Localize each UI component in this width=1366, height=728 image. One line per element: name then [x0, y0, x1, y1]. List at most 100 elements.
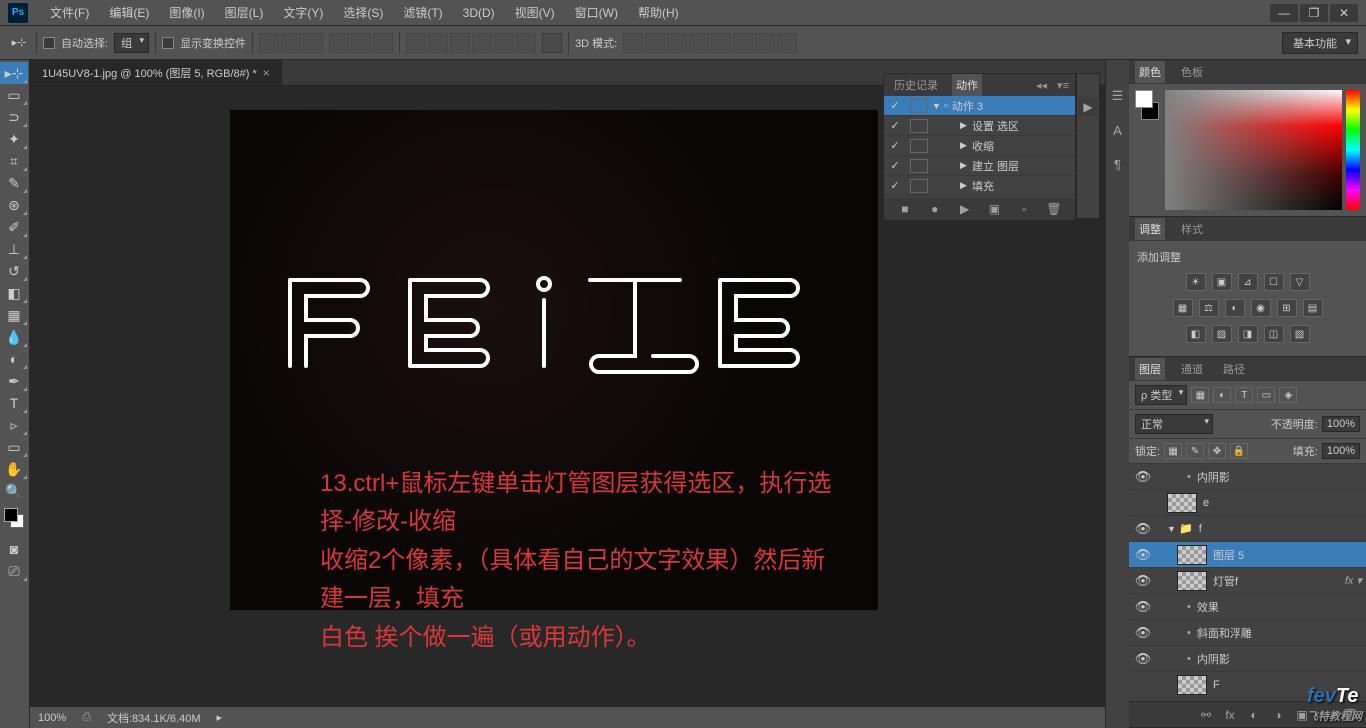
align-right-icon[interactable]	[373, 33, 393, 53]
new-adj-icon[interactable]: ◑	[1270, 707, 1286, 723]
swatches-tab[interactable]: 色板	[1177, 61, 1207, 83]
layers-tab[interactable]: 图层	[1135, 358, 1165, 380]
3d-7-icon[interactable]	[755, 33, 775, 53]
adj-selcolor-icon[interactable]: ▧	[1290, 325, 1310, 343]
menu-select[interactable]: 选择(S)	[333, 4, 393, 21]
menu-edit[interactable]: 编辑(E)	[99, 4, 159, 21]
mask-icon[interactable]: ◐	[1246, 707, 1262, 723]
gradient-tool[interactable]: ▦	[0, 304, 28, 326]
workspace-select[interactable]: 基本功能	[1282, 32, 1358, 54]
document-info[interactable]: 文档:834.1K/6.40M	[107, 710, 201, 726]
action-row[interactable]: ✓▶收缩	[884, 136, 1075, 156]
adj-vibrance-icon[interactable]: ▽	[1290, 273, 1310, 291]
adj-photo-icon[interactable]: ◉	[1251, 299, 1271, 317]
channels-tab[interactable]: 通道	[1177, 358, 1207, 380]
adj-invert-icon[interactable]: ◧	[1186, 325, 1206, 343]
filter-pixel-icon[interactable]: ▦	[1191, 387, 1209, 403]
character-dock-icon[interactable]: A	[1110, 122, 1126, 138]
layer-row[interactable]: e	[1129, 490, 1366, 516]
align-hcenter-icon[interactable]	[351, 33, 371, 53]
adj-gradmap-icon[interactable]: ◫	[1264, 325, 1284, 343]
zoom-level[interactable]: 100%	[38, 712, 66, 724]
maximize-button[interactable]: ❐	[1300, 4, 1328, 22]
adj-levels-icon[interactable]: ▣	[1212, 273, 1232, 291]
layer-row[interactable]: 👁•内阴影	[1129, 464, 1366, 490]
action-row[interactable]: ✓▶填充	[884, 176, 1075, 196]
record-icon[interactable]: ●	[927, 201, 943, 217]
menu-file[interactable]: 文件(F)	[40, 4, 99, 21]
foreground-swatch[interactable]	[4, 508, 18, 522]
adj-hue-icon[interactable]: ▦	[1173, 299, 1193, 317]
3d-3-icon[interactable]	[667, 33, 687, 53]
collapse-icon[interactable]: ◂◂	[1036, 79, 1047, 92]
shape-tool[interactable]: ▭	[0, 436, 28, 458]
align-vcenter-icon[interactable]	[281, 33, 301, 53]
layer-list[interactable]: 👁•内阴影e👁▼📁f👁图层 5👁灯管ffx ▾👁•效果👁•斜面和浮雕👁•内阴影F	[1129, 464, 1366, 701]
paragraph-dock-icon[interactable]: ¶	[1110, 156, 1126, 172]
dist-3-icon[interactable]	[450, 33, 470, 53]
lock-pos-icon[interactable]: ✥	[1208, 443, 1226, 459]
play-icon[interactable]: ▶	[957, 201, 973, 217]
heal-tool[interactable]: ⊛	[0, 194, 28, 216]
eyedropper-tool[interactable]: ✎	[0, 172, 28, 194]
type-tool[interactable]: T	[0, 392, 28, 414]
layer-row[interactable]: 👁•效果	[1129, 594, 1366, 620]
layer-kind-select[interactable]: ρ 类型	[1135, 385, 1187, 405]
3d-8-icon[interactable]	[777, 33, 797, 53]
layer-row[interactable]: 👁灯管ffx ▾	[1129, 568, 1366, 594]
dist-1-icon[interactable]	[406, 33, 426, 53]
layer-row[interactable]: 👁•内阴影	[1129, 646, 1366, 672]
filter-shape-icon[interactable]: ▭	[1257, 387, 1275, 403]
layer-row[interactable]: 👁▼📁f	[1129, 516, 1366, 542]
3d-2-icon[interactable]	[645, 33, 665, 53]
adj-mixer-icon[interactable]: ⊞	[1277, 299, 1297, 317]
adjustments-tab[interactable]: 调整	[1135, 218, 1165, 240]
wand-tool[interactable]: ✦	[0, 128, 28, 150]
history-tab[interactable]: 历史记录	[890, 74, 942, 96]
adj-lookup-icon[interactable]: ▤	[1303, 299, 1323, 317]
menu-type[interactable]: 文字(Y)	[273, 4, 333, 21]
showtransform-checkbox[interactable]	[162, 37, 174, 49]
delete-action-icon[interactable]: 🗑	[1046, 201, 1062, 217]
hand-tool[interactable]: ✋	[0, 458, 28, 480]
adj-exposure-icon[interactable]: ☐	[1264, 273, 1284, 291]
color-tab[interactable]: 颜色	[1135, 61, 1165, 83]
move-tool-preset-icon[interactable]: ▸⊹	[8, 32, 30, 54]
actions-tab[interactable]: 动作	[952, 74, 982, 96]
minimize-button[interactable]: —	[1270, 4, 1298, 22]
layer-row[interactable]: 👁•斜面和浮雕	[1129, 620, 1366, 646]
menu-image[interactable]: 图像(I)	[159, 4, 214, 21]
adj-brightness-icon[interactable]: ☀	[1186, 273, 1206, 291]
panel-menu-icon[interactable]: ▾≡	[1057, 79, 1069, 92]
pen-tool[interactable]: ✒	[0, 370, 28, 392]
action-row[interactable]: ✓▼▫动作 3	[884, 96, 1075, 116]
quickmask-tool[interactable]: ◙	[0, 538, 28, 560]
lock-trans-icon[interactable]: ▦	[1164, 443, 1182, 459]
action-row[interactable]: ✓▶设置 选区	[884, 116, 1075, 136]
color-swatches[interactable]	[4, 508, 25, 532]
adj-bw-icon[interactable]: ◐	[1225, 299, 1245, 317]
menu-window[interactable]: 窗口(W)	[565, 4, 628, 21]
dist-4-icon[interactable]	[472, 33, 492, 53]
fx-icon[interactable]: fx	[1222, 707, 1238, 723]
menu-view[interactable]: 视图(V)	[505, 4, 565, 21]
history-dock-icon[interactable]: ☰	[1110, 88, 1126, 104]
crop-tool[interactable]: ⌗	[0, 150, 28, 172]
history-brush-tool[interactable]: ↺	[0, 260, 28, 282]
filter-smart-icon[interactable]: ◈	[1279, 387, 1297, 403]
autoselect-group-select[interactable]: 组	[114, 33, 149, 53]
blend-mode-select[interactable]: 正常	[1135, 414, 1213, 434]
3d-5-icon[interactable]	[711, 33, 731, 53]
autoselect-checkbox[interactable]	[43, 37, 55, 49]
adj-balance-icon[interactable]: ⚖	[1199, 299, 1219, 317]
actions-panel[interactable]: 历史记录 动作 ◂◂ ▾≡ ✓▼▫动作 3✓▶设置 选区✓▶收缩✓▶建立 图层✓…	[883, 73, 1076, 221]
filter-adj-icon[interactable]: ◐	[1213, 387, 1231, 403]
fill-value[interactable]: 100%	[1322, 443, 1360, 459]
3d-4-icon[interactable]	[689, 33, 709, 53]
adj-curves-icon[interactable]: ⊿	[1238, 273, 1258, 291]
play-big-icon[interactable]: ▶	[1078, 98, 1098, 116]
new-action-icon[interactable]: ▫	[1016, 201, 1032, 217]
dist-2-icon[interactable]	[428, 33, 448, 53]
menu-help[interactable]: 帮助(H)	[628, 4, 689, 21]
color-picker[interactable]	[1135, 90, 1360, 210]
